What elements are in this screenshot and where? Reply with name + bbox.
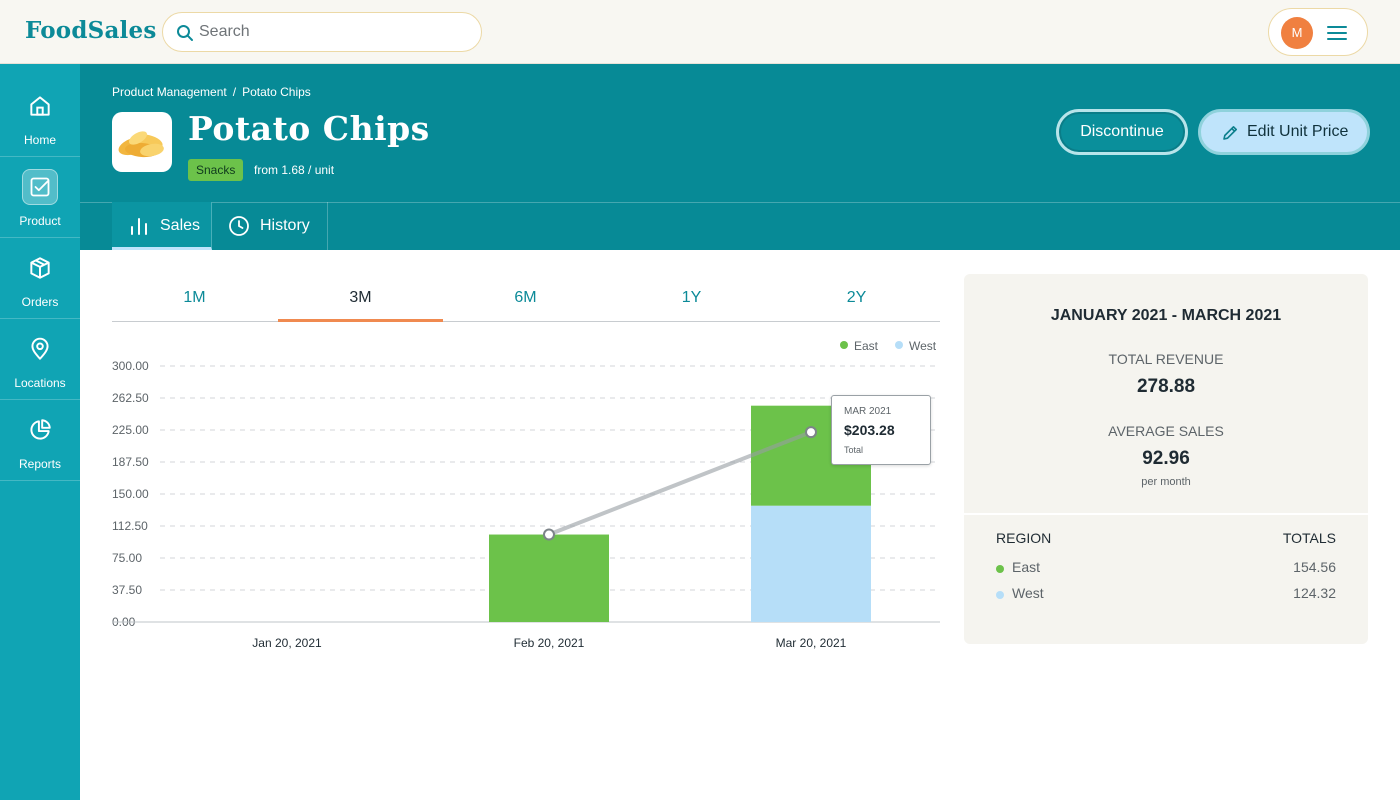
region-swatch: [996, 591, 1004, 599]
sidebar-item-product[interactable]: Product: [0, 157, 80, 238]
unit-price-note: from 1.68 / unit: [254, 163, 335, 177]
sales-summary-panel: JANUARY 2021 - MARCH 2021 TOTAL REVENUE …: [964, 274, 1368, 644]
bar-chart-icon: [131, 218, 147, 235]
breadcrumb-item: Potato Chips: [242, 85, 311, 99]
y-tick-label: 112.50: [112, 519, 148, 533]
y-tick-label: 75.00: [112, 551, 142, 565]
region-total: 154.56: [1293, 559, 1336, 575]
pie-chart-icon: [22, 412, 58, 448]
tab-sales[interactable]: Sales: [112, 202, 212, 250]
tab-label: Sales: [160, 217, 201, 234]
time-range-tabs: 1M 3M 6M 1Y 2Y: [112, 280, 940, 322]
range-tab-2y[interactable]: 2Y: [774, 280, 939, 322]
sidebar-item-orders[interactable]: Orders: [0, 238, 80, 319]
sidebar: Home Product Orders Locations Reports: [0, 64, 80, 800]
user-menu[interactable]: M: [1268, 8, 1368, 56]
breadcrumb-separator: /: [232, 85, 237, 99]
tooltip-label: Total: [844, 445, 864, 455]
total-revenue-label: TOTAL REVENUE: [1108, 351, 1224, 367]
sidebar-item-home[interactable]: Home: [0, 76, 80, 157]
bar-west: [751, 505, 871, 622]
range-tab-1y[interactable]: 1Y: [609, 280, 774, 322]
summary-divider: [964, 513, 1368, 515]
y-tick-label: 300.00: [112, 359, 149, 373]
region-name: West: [1012, 585, 1044, 601]
page-title: Potato Chips: [188, 109, 430, 148]
hamburger-menu-icon[interactable]: [1327, 23, 1347, 43]
y-tick-label: 187.50: [112, 455, 149, 469]
region-name: East: [1012, 559, 1041, 575]
edit-unit-price-button[interactable]: Edit Unit Price: [1198, 109, 1370, 155]
bar-east: [489, 534, 609, 622]
app-logo[interactable]: FoodSales: [25, 17, 156, 44]
sidebar-item-reports[interactable]: Reports: [0, 400, 80, 481]
average-sales-unit: per month: [1141, 476, 1191, 488]
x-tick-label: Mar 20, 2021: [776, 636, 847, 650]
chart-tooltip: MAR 2021 $203.28 Total: [831, 395, 931, 465]
range-tab-3m[interactable]: 3M: [278, 280, 443, 322]
total-point: [805, 426, 817, 439]
summary-period: JANUARY 2021 - MARCH 2021: [1050, 307, 1282, 324]
top-bar: FoodSales M: [0, 0, 1400, 64]
tab-label: History: [260, 217, 310, 234]
checkbox-icon: [22, 169, 58, 205]
y-tick-label: 37.50: [112, 583, 142, 597]
sidebar-item-label: Reports: [18, 457, 62, 471]
region-column-header: REGION: [996, 530, 1052, 546]
region-row-east: East 154.56: [996, 559, 1336, 579]
pencil-icon: [1223, 126, 1237, 140]
sales-chart: 0.0037.5075.00112.50150.00187.50225.0026…: [112, 359, 940, 650]
product-image: [112, 112, 172, 172]
box-icon: [22, 250, 58, 286]
edit-unit-price-label: Edit Unit Price: [1247, 123, 1349, 140]
region-row-west: West 124.32: [996, 585, 1336, 605]
x-tick-label: Feb 20, 2021: [514, 636, 585, 650]
region-swatch: [996, 565, 1004, 573]
average-sales-value: 92.96: [1142, 448, 1190, 469]
sidebar-item-label: Product: [19, 214, 61, 228]
total-point: [543, 528, 555, 541]
tooltip-value: $203.28: [844, 422, 895, 438]
search-box[interactable]: [162, 12, 482, 52]
region-total: 124.32: [1293, 585, 1336, 601]
range-tab-6m[interactable]: 6M: [443, 280, 608, 322]
breadcrumb: Product Management / Potato Chips: [112, 85, 311, 99]
sidebar-item-locations[interactable]: Locations: [0, 319, 80, 400]
search-icon: [177, 25, 193, 41]
y-tick-label: 150.00: [112, 487, 149, 501]
tooltip-period: MAR 2021: [844, 406, 892, 417]
discontinue-button[interactable]: Discontinue: [1056, 109, 1188, 155]
category-badge: Snacks: [188, 159, 244, 181]
clock-icon: [229, 216, 249, 236]
avatar[interactable]: M: [1281, 17, 1313, 49]
total-revenue-value: 278.88: [1136, 376, 1196, 397]
range-tab-1m[interactable]: 1M: [112, 280, 277, 322]
sidebar-item-label: Locations: [14, 376, 66, 390]
product-header: Product Management / Potato Chips Potato C…: [80, 64, 1400, 250]
sidebar-item-label: Orders: [21, 295, 59, 309]
home-icon: [22, 88, 58, 124]
totals-column-header: TOTALS: [1282, 530, 1336, 546]
average-sales-label: AVERAGE SALES: [1108, 423, 1224, 439]
sidebar-item-label: Home: [23, 133, 56, 147]
y-tick-label: 262.50: [112, 391, 149, 405]
map-pin-icon: [22, 331, 58, 367]
search-input[interactable]: [199, 13, 475, 51]
y-tick-label: 225.00: [112, 423, 149, 437]
tab-history[interactable]: History: [212, 202, 328, 250]
potato-chips-icon: [118, 131, 164, 158]
breadcrumb-item[interactable]: Product Management: [112, 85, 227, 99]
x-tick-label: Jan 20, 2021: [252, 636, 322, 650]
